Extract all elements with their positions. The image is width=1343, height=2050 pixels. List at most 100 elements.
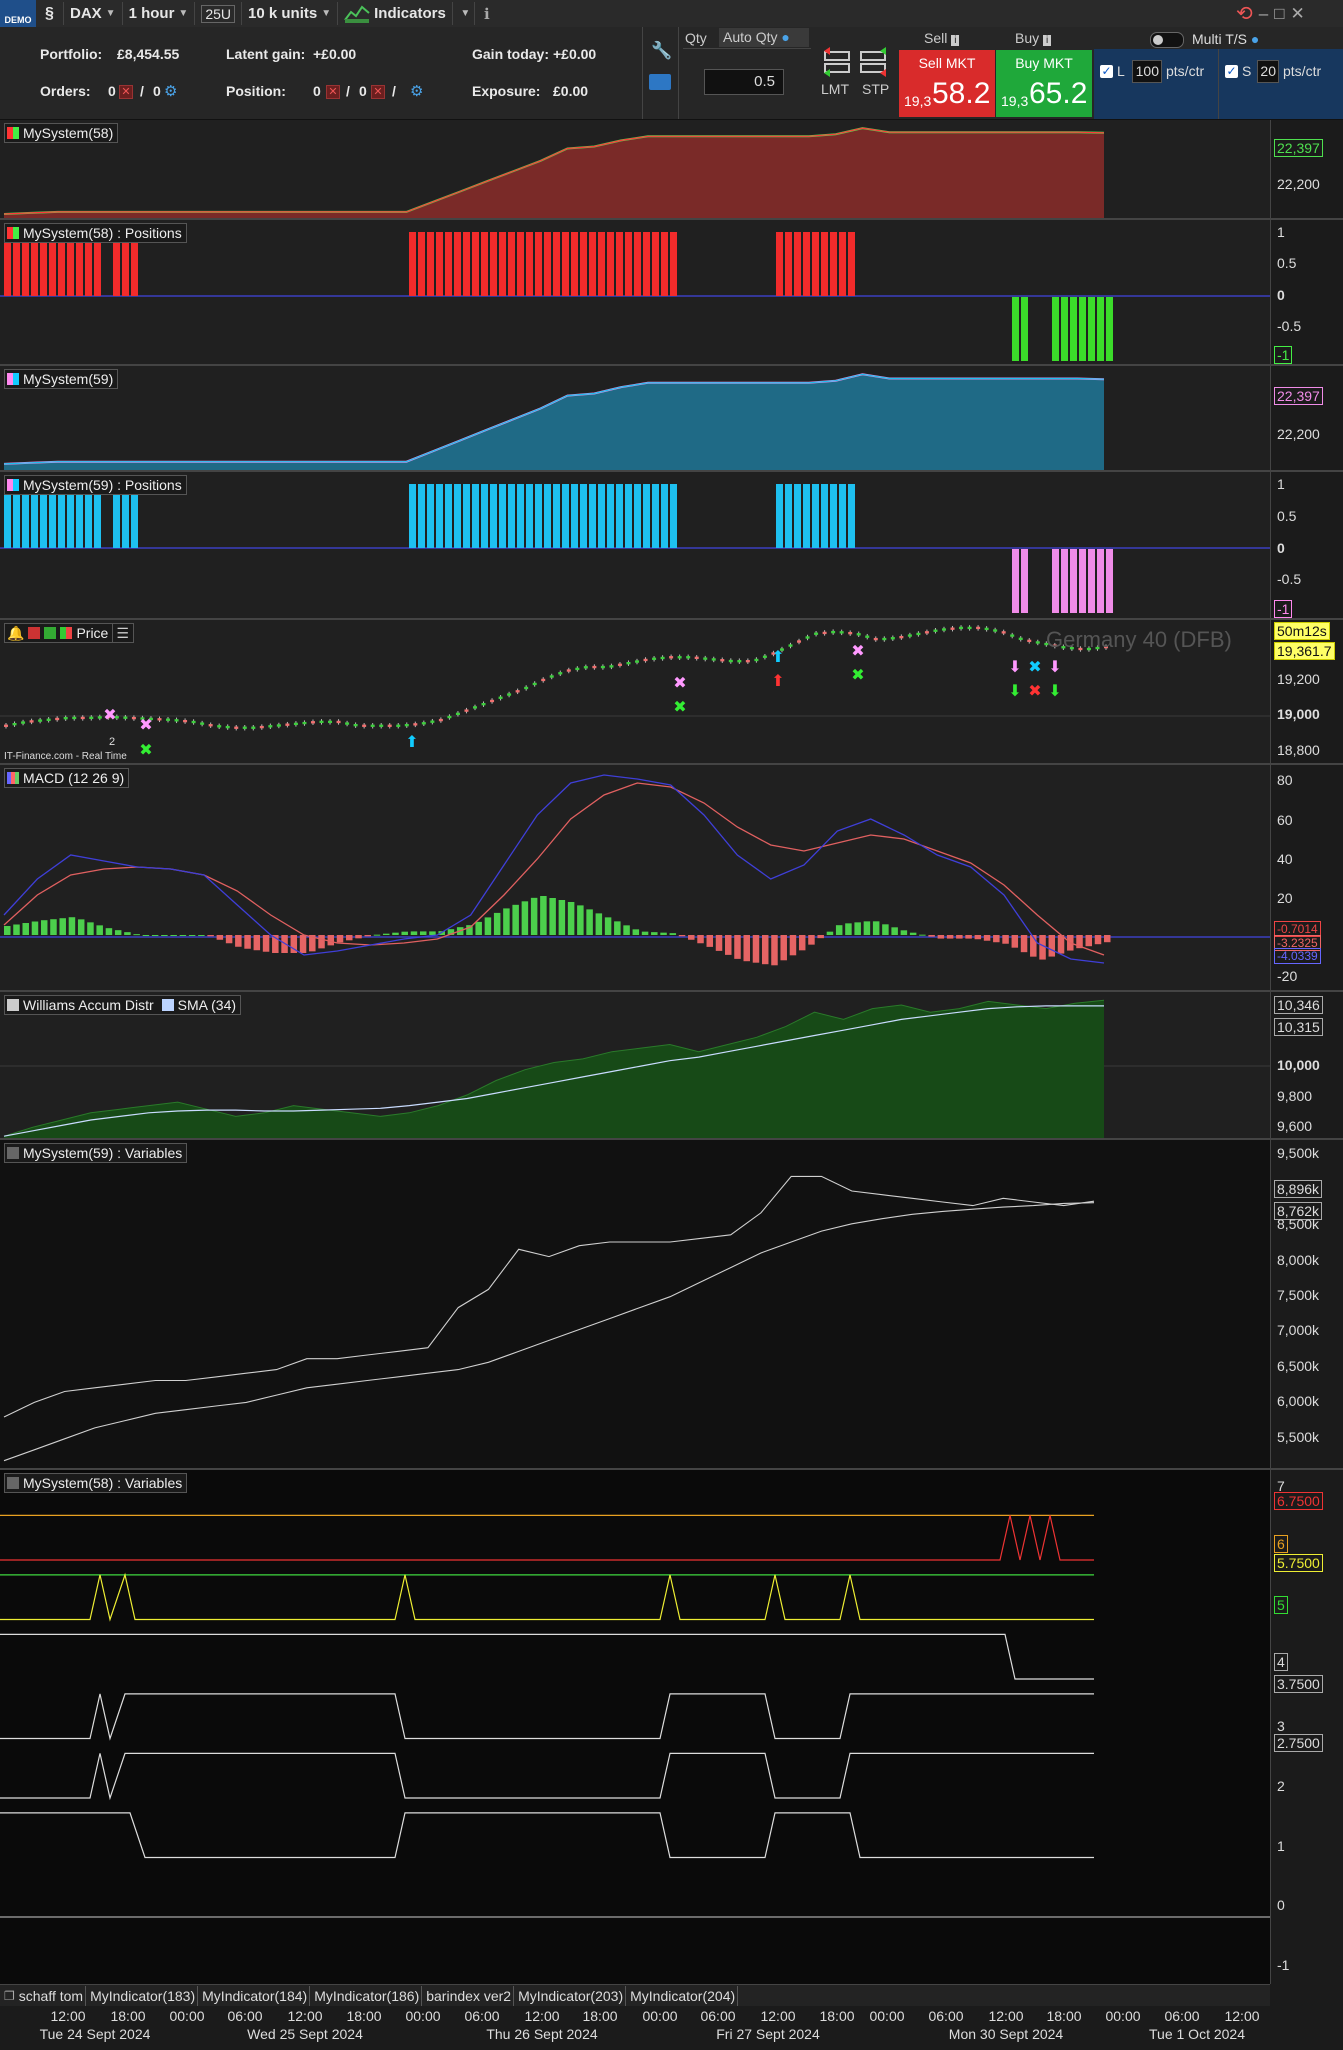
units-box[interactable]: 25U xyxy=(195,2,243,25)
instrument-select[interactable]: DAX ▼ xyxy=(64,2,123,25)
price-toolbar[interactable]: 🔔 Price ☰ xyxy=(4,623,134,643)
equity59-title[interactable]: MySystem(59) xyxy=(4,369,119,389)
equity58-panel[interactable]: MySystem(58) xyxy=(0,120,1270,218)
legend-swatch xyxy=(7,227,19,239)
tab-schaff-tom[interactable]: schaff tom xyxy=(17,1986,87,2006)
close-icon[interactable]: ✕ xyxy=(1291,4,1305,24)
date-label: Tue 1 Oct 2024 xyxy=(1149,2026,1245,2042)
axis-tick: -20 xyxy=(1277,968,1298,984)
vars58-tag: 6.7500 xyxy=(1274,1492,1323,1510)
equity59-area xyxy=(4,374,1104,470)
macd-line-tag: -4.0339 xyxy=(1274,948,1321,964)
list-icon[interactable]: ☰ xyxy=(112,624,129,642)
tab-myindicator-204[interactable]: MyIndicator(204) xyxy=(628,1986,739,2006)
vars59-last-tag: 8,896k xyxy=(1274,1180,1323,1198)
info-icon[interactable]: ℹ xyxy=(475,2,499,25)
buy-market-button[interactable]: Buy MKT 19,3 65.2 xyxy=(996,50,1092,117)
position-bar xyxy=(436,232,443,296)
macd-panel[interactable]: MACD (12 26 9) xyxy=(0,765,1270,990)
pos58-panel[interactable]: MySystem(58) : Positions xyxy=(0,220,1270,364)
close-position-icon[interactable]: ✕ xyxy=(371,85,385,99)
pos59-panel[interactable]: MySystem(59) : Positions xyxy=(0,472,1270,618)
sell-market-button[interactable]: Sell MKT 19,3 58.2 xyxy=(899,50,995,117)
pos59-title[interactable]: MySystem(59) : Positions xyxy=(4,475,187,495)
williams-title[interactable]: Williams Accum Distr SMA (34) xyxy=(4,995,242,1015)
time-tick: 18:00 xyxy=(582,2008,618,2024)
long-stop-input[interactable]: 100 xyxy=(1132,60,1162,83)
indicators-dropdown[interactable]: ▼ xyxy=(453,2,475,25)
cancel-orders-icon[interactable]: ✕ xyxy=(119,85,133,99)
pos58-title[interactable]: MySystem(58) : Positions xyxy=(4,223,187,243)
gain-today-label: Gain today: xyxy=(472,46,550,62)
auto-qty-tab[interactable]: Auto Qty ● xyxy=(719,28,809,47)
chevron-down-icon: ▼ xyxy=(460,8,471,19)
time-tick: 00:00 xyxy=(642,2008,678,2024)
price-panel[interactable]: Germany 40 (DFB) ✖ ✖ ✖ ⬆ ✖ ✖ ⬆ ⬆ ✖ ✖ ⬇ ⬇ ✖ ✖ ⬇ ⬇ 🔔 Pric… xyxy=(0,620,1270,763)
equity59-panel[interactable]: MySystem(59) xyxy=(0,366,1270,470)
alarm-icon[interactable]: 🔔 xyxy=(7,624,24,642)
lmt-label[interactable]: LMT xyxy=(821,81,849,97)
legend-swatch xyxy=(161,999,174,1011)
macd-histogram-bar xyxy=(558,899,566,935)
position-bar xyxy=(526,232,533,296)
position-bar xyxy=(634,484,641,548)
buy-arrow-icon[interactable] xyxy=(44,627,57,639)
candle xyxy=(302,721,307,725)
macd-histogram-bar xyxy=(124,932,131,935)
position-bar xyxy=(643,484,650,548)
candle xyxy=(788,644,793,647)
time-axis[interactable]: 12:00 18:00 00:00 06:00 12:00 18:00 00:0… xyxy=(0,2006,1343,2050)
vars58-title[interactable]: MySystem(58) : Variables xyxy=(4,1473,188,1493)
windows-icon[interactable]: ❐ xyxy=(4,1989,15,2003)
close-position-icon[interactable]: ✕ xyxy=(326,85,340,99)
macd-histogram-bar xyxy=(13,924,20,935)
position-bar xyxy=(1012,549,1019,613)
qty-tab[interactable]: Qty xyxy=(685,30,707,46)
position-bar xyxy=(436,484,443,548)
tab-myindicator-183[interactable]: MyIndicator(183) xyxy=(88,1986,199,2006)
orders-settings-icon[interactable]: ⚙ xyxy=(164,82,177,100)
macd-histogram-bar xyxy=(253,935,261,951)
sell-arrow-icon[interactable] xyxy=(28,627,41,639)
limit-order-icon[interactable] xyxy=(822,47,852,77)
link-icon[interactable]: § xyxy=(36,2,64,25)
long-checkbox[interactable]: ✓ xyxy=(1100,65,1113,78)
price-axis: 50m12s 19,361.7 19,200 19,000 18,800 xyxy=(1270,620,1343,763)
stp-label[interactable]: STP xyxy=(862,81,889,97)
wrench-icon[interactable]: 🔧 xyxy=(651,41,672,61)
candle xyxy=(72,716,77,720)
qty-input[interactable]: 0.5 xyxy=(704,69,784,95)
trade-marker: ✖ xyxy=(139,717,152,734)
macd-histogram-bar xyxy=(170,935,177,936)
macd-histogram-bar xyxy=(854,922,861,935)
short-stop-input[interactable]: 20 xyxy=(1257,60,1279,83)
macd-histogram-bar xyxy=(697,935,704,944)
multi-ts-toggle[interactable] xyxy=(1150,32,1184,48)
position-bar xyxy=(607,484,614,548)
keyboard-icon[interactable] xyxy=(649,74,671,90)
candle xyxy=(89,716,94,720)
macd-title[interactable]: MACD (12 26 9) xyxy=(4,768,130,788)
candle xyxy=(652,657,657,660)
tab-myindicator-186[interactable]: MyIndicator(186) xyxy=(312,1986,423,2006)
tab-myindicator-184[interactable]: MyIndicator(184) xyxy=(200,1986,311,2006)
equity58-title[interactable]: MySystem(58) xyxy=(4,123,119,143)
tab-myindicator-203[interactable]: MyIndicator(203) xyxy=(516,1986,627,2006)
short-checkbox[interactable]: ✓ xyxy=(1225,65,1238,78)
candle xyxy=(131,716,136,720)
stop-order-icon[interactable] xyxy=(858,47,888,77)
position-bar xyxy=(1097,297,1104,361)
minimize-icon[interactable]: – xyxy=(1259,4,1268,24)
williams-panel[interactable]: Williams Accum Distr SMA (34) xyxy=(0,992,1270,1138)
vars59-title[interactable]: MySystem(59) : Variables xyxy=(4,1143,188,1163)
units-select[interactable]: 10 k units ▼ xyxy=(242,2,339,25)
vars59-panel[interactable]: MySystem(59) : Variables xyxy=(0,1140,1270,1468)
vars58-panel[interactable]: MySystem(58) : Variables xyxy=(0,1470,1270,1984)
indicators-button[interactable]: Indicators xyxy=(338,2,453,25)
maximize-icon[interactable]: □ xyxy=(1274,4,1284,24)
tab-barindex-ver2[interactable]: barindex ver2 xyxy=(424,1986,515,2006)
timeframe-select[interactable]: 1 hour ▼ xyxy=(123,2,196,25)
position-settings-icon[interactable]: ⚙ xyxy=(410,82,423,100)
sync-icon[interactable]: ⟲ xyxy=(1236,1,1253,26)
candle xyxy=(643,658,648,662)
